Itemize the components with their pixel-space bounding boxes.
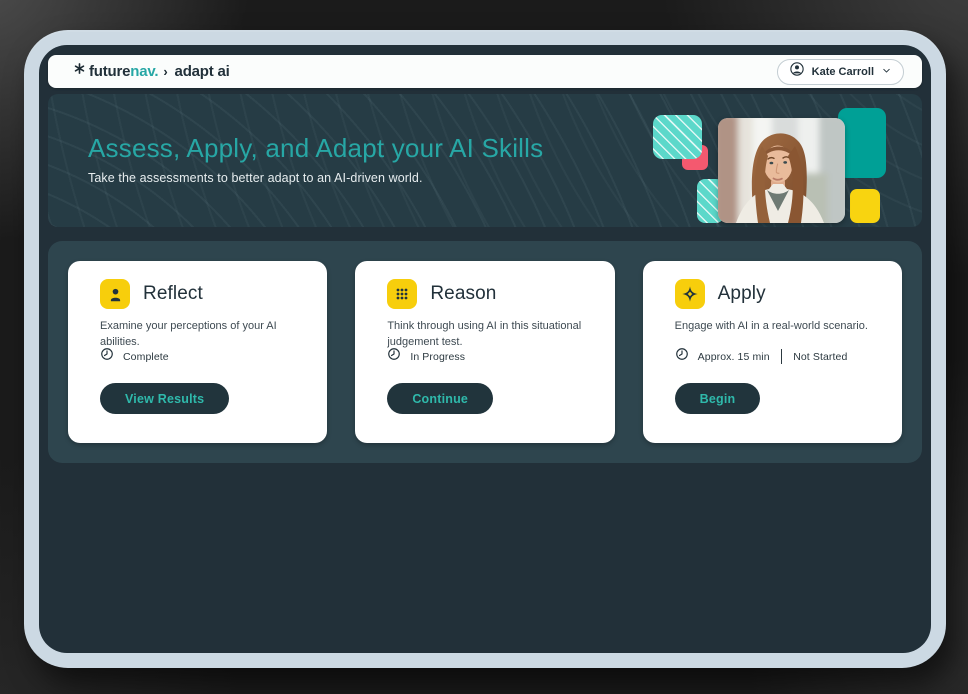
hero-banner: Assess, Apply, and Adapt your AI Skills … xyxy=(48,94,922,227)
card-title: Apply xyxy=(718,283,766,305)
card-description: Engage with AI in a real-world scenario. xyxy=(675,319,874,335)
card-title: Reflect xyxy=(143,283,203,305)
app-screen: futurenav. › adapt ai Kate Carroll xyxy=(39,45,931,653)
grid-dots-icon xyxy=(387,279,417,309)
card-title: Reason xyxy=(430,283,496,305)
decorative-teal-rectangle xyxy=(838,108,886,178)
brand-nav: nav. xyxy=(130,63,158,80)
top-navbar: futurenav. › adapt ai Kate Carroll xyxy=(48,55,922,88)
asterisk-icon xyxy=(74,63,85,74)
brand-future: future xyxy=(89,63,130,80)
status-divider xyxy=(781,349,783,364)
product-name: adapt ai xyxy=(175,63,230,80)
brand-logo: futurenav. › adapt ai xyxy=(74,63,230,80)
status-time: Approx. 15 min xyxy=(698,351,770,363)
desktop-background: futurenav. › adapt ai Kate Carroll xyxy=(0,0,968,694)
brand-name: futurenav. xyxy=(89,63,158,80)
sparkle-icon xyxy=(675,279,705,309)
person-icon xyxy=(100,279,130,309)
status-row: In Progress xyxy=(387,347,465,366)
status-label: Not Started xyxy=(793,351,847,363)
clock-icon xyxy=(387,347,401,366)
clock-icon xyxy=(675,347,689,366)
tablet-bezel: futurenav. › adapt ai Kate Carroll xyxy=(24,30,946,668)
status-label: Complete xyxy=(123,351,169,363)
hero-subtitle: Take the assessments to better adapt to … xyxy=(88,171,543,185)
view-results-button[interactable]: View Results xyxy=(100,383,229,414)
status-label: In Progress xyxy=(410,351,465,363)
card-reason: Reason Think through using AI in this si… xyxy=(355,261,614,443)
status-row: Approx. 15 min Not Started xyxy=(675,347,848,366)
chevron-down-icon xyxy=(881,63,892,81)
assessments-panel: Reflect Examine your perceptions of your… xyxy=(48,241,922,463)
continue-button[interactable]: Continue xyxy=(387,383,493,414)
breadcrumb-separator: › xyxy=(163,64,167,79)
hero-portrait-photo xyxy=(718,118,845,223)
clock-icon xyxy=(100,347,114,366)
decorative-yellow-square xyxy=(850,189,880,223)
user-avatar-icon xyxy=(789,61,805,82)
card-apply: Apply Engage with AI in a real-world sce… xyxy=(643,261,902,443)
begin-button[interactable]: Begin xyxy=(675,383,761,414)
user-menu-button[interactable]: Kate Carroll xyxy=(777,59,904,85)
decorative-striped-square xyxy=(653,115,702,159)
card-reflect: Reflect Examine your perceptions of your… xyxy=(68,261,327,443)
hero-title: Assess, Apply, and Adapt your AI Skills xyxy=(88,133,543,164)
status-row: Complete xyxy=(100,347,169,366)
user-name: Kate Carroll xyxy=(812,66,874,78)
